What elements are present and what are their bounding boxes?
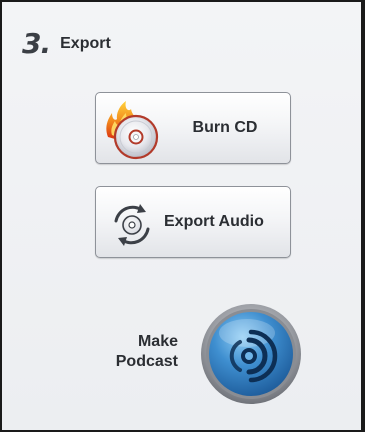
burn-cd-label: Burn CD bbox=[192, 119, 258, 136]
flaming-cd-icon bbox=[102, 97, 162, 161]
make-podcast-label: Make Podcast bbox=[98, 332, 178, 372]
make-podcast-line2: Podcast bbox=[115, 353, 178, 370]
export-audio-label: Export Audio bbox=[164, 213, 264, 230]
podcast-broadcast-icon bbox=[201, 304, 301, 404]
make-podcast-line1: Make bbox=[137, 333, 178, 350]
export-audio-button[interactable]: Export Audio bbox=[95, 186, 291, 258]
burn-cd-button[interactable]: Burn CD bbox=[95, 92, 291, 164]
step-number: 3. bbox=[22, 27, 51, 60]
section-header: 3. Export bbox=[22, 24, 111, 64]
section-title: Export bbox=[60, 35, 111, 52]
export-panel: 3. Export Burn CD Export Audio Make Podc… bbox=[0, 0, 365, 432]
circular-arrows-icon bbox=[102, 191, 162, 255]
make-podcast-button[interactable] bbox=[200, 303, 302, 405]
